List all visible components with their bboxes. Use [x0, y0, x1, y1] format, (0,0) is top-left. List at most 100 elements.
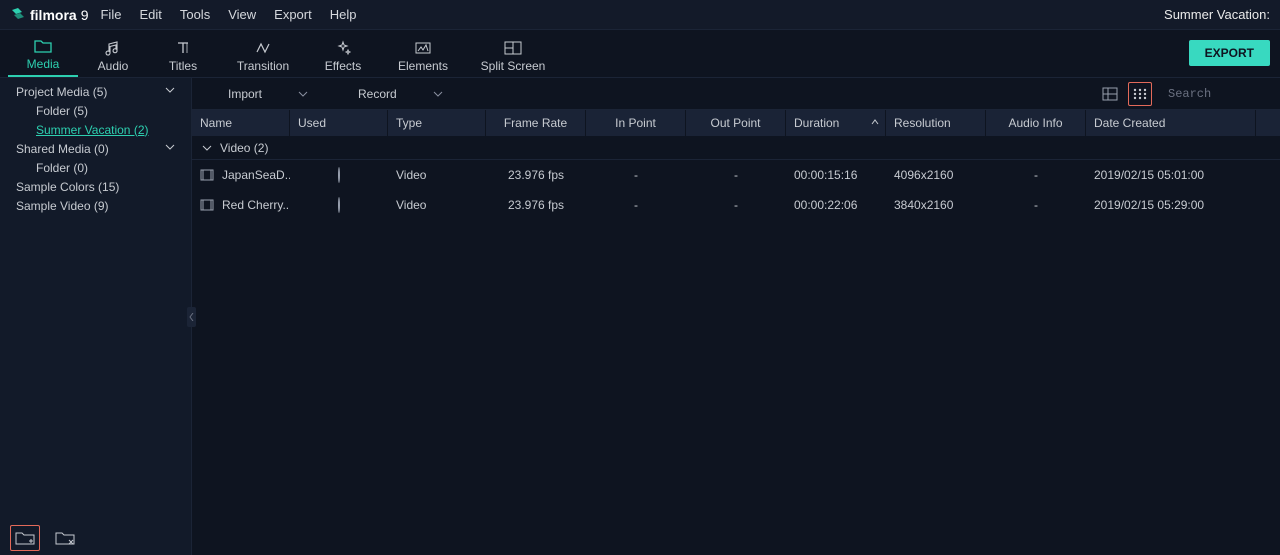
- menu-export[interactable]: Export: [274, 7, 312, 22]
- tab-transition[interactable]: Transition: [218, 37, 308, 77]
- clip-out-point: -: [686, 160, 786, 190]
- app-name: filmora: [30, 7, 77, 23]
- module-tabs: Media Audio Titles Transition Effects El…: [0, 30, 1280, 78]
- menu-file[interactable]: File: [100, 7, 121, 22]
- sidebar-item-label: Sample Video (9): [16, 199, 109, 213]
- sidebar-item-folder-5[interactable]: Folder (5): [0, 101, 191, 120]
- media-table-header: Name Used Type Frame Rate In Point Out P…: [192, 110, 1280, 136]
- clip-resolution: 3840x2160: [886, 190, 986, 220]
- group-label: Video (2): [220, 141, 268, 155]
- video-clip-icon: [200, 169, 214, 181]
- sidebar-item-label: Folder (0): [36, 161, 88, 175]
- clip-duration: 00:00:22:06: [786, 190, 886, 220]
- sidebar-item-sample-video[interactable]: Sample Video (9): [0, 196, 191, 215]
- col-date-created[interactable]: Date Created: [1086, 110, 1256, 136]
- sidebar-item-label: Folder (5): [36, 104, 88, 118]
- sidebar-collapse-handle[interactable]: [187, 307, 196, 327]
- clip-date: 2019/02/15 05:01:00: [1086, 160, 1256, 190]
- table-row[interactable]: Red Cherry... Video 23.976 fps - - 00:00…: [192, 190, 1280, 220]
- col-used[interactable]: Used: [290, 110, 388, 136]
- record-dropdown[interactable]: Record: [352, 83, 449, 105]
- sidebar-item-folder-0[interactable]: Folder (0): [0, 158, 191, 177]
- search-box[interactable]: [1162, 83, 1272, 105]
- sparkle-icon: [308, 37, 378, 59]
- col-name[interactable]: Name: [192, 110, 290, 136]
- tab-elements[interactable]: Elements: [378, 37, 468, 77]
- sidebar-item-label: Shared Media (0): [16, 142, 109, 156]
- tab-label: Titles: [148, 59, 218, 73]
- col-in-point[interactable]: In Point: [586, 110, 686, 136]
- menu-bar: filmora 9 File Edit Tools View Export He…: [0, 0, 1280, 30]
- sidebar-item-summer-vacation[interactable]: Summer Vacation (2): [0, 120, 191, 139]
- clip-resolution: 4096x2160: [886, 160, 986, 190]
- remove-folder-button[interactable]: [50, 525, 80, 551]
- clip-type: Video: [388, 190, 486, 220]
- menu-edit[interactable]: Edit: [139, 7, 161, 22]
- col-type[interactable]: Type: [388, 110, 486, 136]
- clip-out-point: -: [686, 190, 786, 220]
- tab-label: Media: [8, 57, 78, 71]
- col-audio-info[interactable]: Audio Info: [986, 110, 1086, 136]
- menu-tools[interactable]: Tools: [180, 7, 210, 22]
- tab-media[interactable]: Media: [8, 35, 78, 77]
- menu-help[interactable]: Help: [330, 7, 357, 22]
- chevron-down-icon: [165, 85, 175, 95]
- clip-in-point: -: [586, 160, 686, 190]
- chevron-down-icon: [202, 143, 212, 153]
- tab-label: Split Screen: [468, 59, 558, 73]
- split-screen-icon: [468, 37, 558, 59]
- col-duration[interactable]: Duration: [786, 110, 886, 136]
- view-list-button[interactable]: [1098, 82, 1122, 106]
- clip-audio-info: -: [986, 160, 1086, 190]
- tab-titles[interactable]: Titles: [148, 37, 218, 77]
- clip-in-point: -: [586, 190, 686, 220]
- chevron-down-icon: [165, 142, 175, 152]
- clip-date: 2019/02/15 05:29:00: [1086, 190, 1256, 220]
- col-resolution[interactable]: Resolution: [886, 110, 986, 136]
- clip-name: Red Cherry...: [222, 190, 290, 220]
- sidebar: Project Media (5) Folder (5) Summer Vaca…: [0, 78, 192, 555]
- tab-label: Effects: [308, 59, 378, 73]
- tab-split-screen[interactable]: Split Screen: [468, 37, 558, 77]
- col-out-point[interactable]: Out Point: [686, 110, 786, 136]
- view-grid-button[interactable]: [1128, 82, 1152, 106]
- clip-audio-info: -: [986, 190, 1086, 220]
- table-row[interactable]: JapanSeaD... Video 23.976 fps - - 00:00:…: [192, 160, 1280, 190]
- chevron-down-icon: [298, 89, 308, 99]
- tab-label: Transition: [218, 59, 308, 73]
- media-toolbar: Import Record: [192, 78, 1280, 110]
- sidebar-item-label: Sample Colors (15): [16, 180, 119, 194]
- used-indicator: [338, 167, 340, 183]
- sort-asc-icon: [871, 118, 879, 126]
- used-indicator: [338, 197, 340, 213]
- sidebar-item-label: Project Media (5): [16, 85, 107, 99]
- menu-view[interactable]: View: [228, 7, 256, 22]
- project-title: Summer Vacation:: [1164, 7, 1270, 22]
- clip-duration: 00:00:15:16: [786, 160, 886, 190]
- sidebar-item-project-media[interactable]: Project Media (5): [0, 82, 191, 101]
- chevron-down-icon: [433, 89, 443, 99]
- tab-effects[interactable]: Effects: [308, 37, 378, 77]
- music-icon: [78, 37, 148, 59]
- media-group-video[interactable]: Video (2): [192, 136, 1280, 160]
- add-folder-button[interactable]: [10, 525, 40, 551]
- top-menu: File Edit Tools View Export Help: [100, 7, 356, 22]
- export-button[interactable]: EXPORT: [1189, 40, 1270, 66]
- import-dropdown[interactable]: Import: [222, 83, 314, 105]
- sidebar-item-label: Summer Vacation (2): [36, 123, 148, 137]
- logo-icon: [10, 7, 26, 23]
- col-frame-rate[interactable]: Frame Rate: [486, 110, 586, 136]
- text-icon: [148, 37, 218, 59]
- clip-name: JapanSeaD...: [222, 160, 290, 190]
- tab-label: Elements: [378, 59, 468, 73]
- media-panel: Import Record: [192, 78, 1280, 555]
- tab-audio[interactable]: Audio: [78, 37, 148, 77]
- search-input[interactable]: [1168, 87, 1280, 101]
- record-label: Record: [358, 87, 397, 101]
- clip-frame-rate: 23.976 fps: [486, 190, 586, 220]
- sidebar-item-shared-media[interactable]: Shared Media (0): [0, 139, 191, 158]
- app-version: 9: [81, 7, 89, 23]
- video-clip-icon: [200, 199, 214, 211]
- elements-icon: [378, 37, 468, 59]
- sidebar-item-sample-colors[interactable]: Sample Colors (15): [0, 177, 191, 196]
